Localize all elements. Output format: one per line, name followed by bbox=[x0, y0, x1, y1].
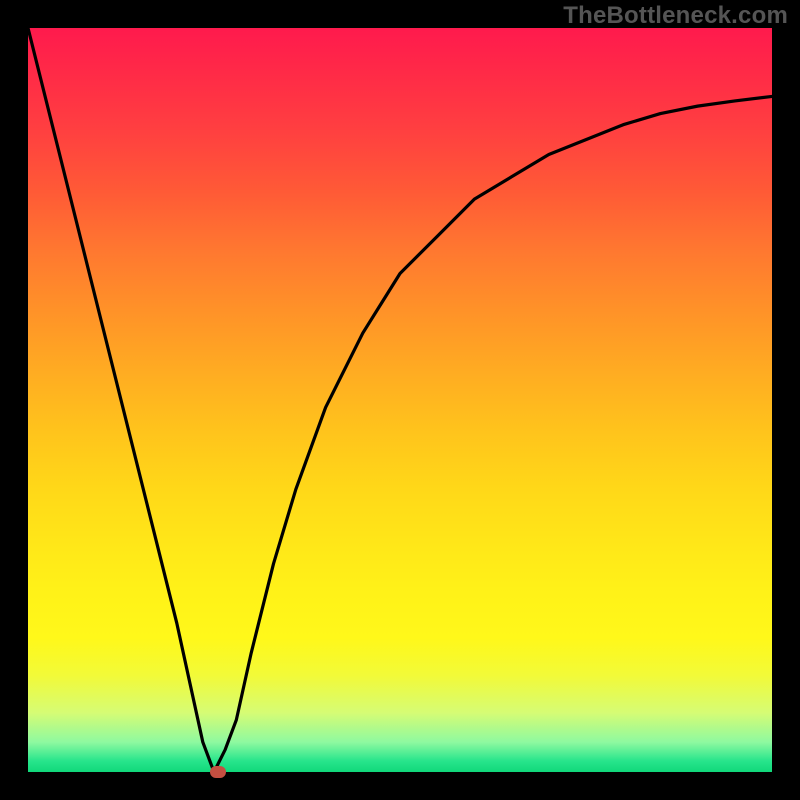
attribution-label: TheBottleneck.com bbox=[563, 2, 788, 30]
bottleneck-curve bbox=[28, 28, 772, 772]
optimum-marker bbox=[210, 766, 226, 778]
plot-area bbox=[28, 28, 772, 772]
curve-layer bbox=[28, 28, 772, 772]
chart-frame: TheBottleneck.com bbox=[0, 0, 800, 800]
